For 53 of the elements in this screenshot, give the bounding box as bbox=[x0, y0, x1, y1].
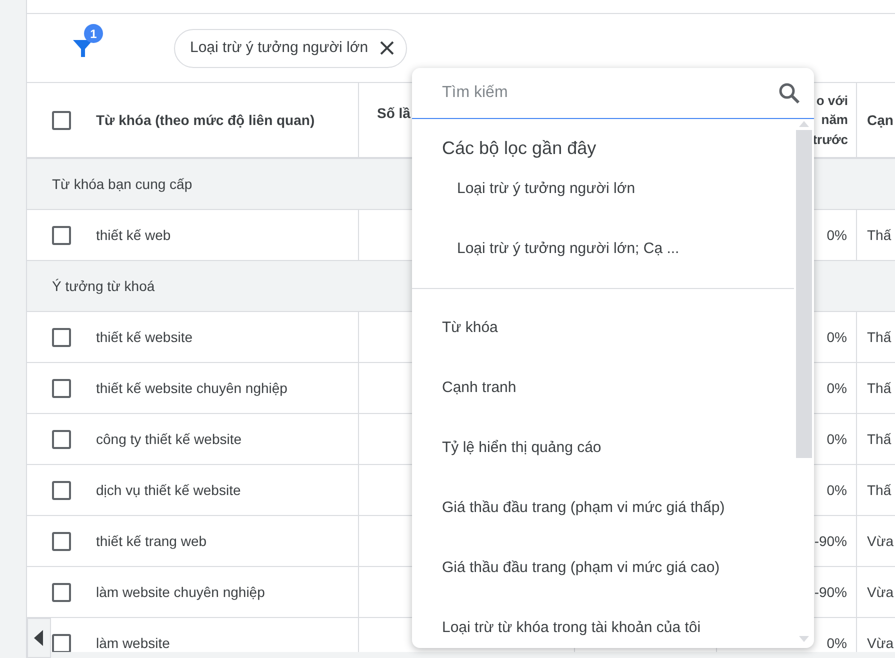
menu-item[interactable]: Giá thầu đầu trang (phạm vi mức giá cao) bbox=[412, 538, 794, 598]
table-cell-text: Thấ bbox=[867, 378, 892, 398]
change-value: -90% bbox=[814, 532, 847, 550]
keyword-text: thiết kế website bbox=[96, 328, 192, 346]
checkbox[interactable] bbox=[52, 532, 71, 550]
checkbox[interactable] bbox=[52, 430, 71, 448]
menu-item[interactable]: Loại trừ từ khóa trong tài khoản của tôi bbox=[412, 598, 794, 648]
column-header[interactable]: Số lầ bbox=[377, 103, 410, 124]
keyword-text: công ty thiết kế website bbox=[96, 430, 242, 449]
menu-item[interactable]: Tỷ lệ hiển thị quảng cáo bbox=[412, 418, 794, 478]
change-value: 0% bbox=[826, 226, 847, 244]
table-cell-text: Vừa bbox=[867, 532, 894, 550]
horizontal-scrollbar[interactable] bbox=[51, 652, 895, 658]
change-value: 0% bbox=[826, 634, 847, 652]
scrollbar-thumb[interactable] bbox=[796, 130, 812, 458]
menu-item[interactable]: Cạnh tranh bbox=[412, 358, 794, 418]
change-value: 0% bbox=[826, 328, 847, 346]
column-header[interactable]: o với năm trước bbox=[812, 90, 848, 150]
filter-chip[interactable]: Loại trừ ý tưởng người lớn bbox=[174, 28, 408, 68]
change-value: 0% bbox=[826, 480, 847, 500]
change-value: 0% bbox=[826, 378, 847, 398]
change-value: -90% bbox=[814, 582, 847, 602]
search-icon[interactable] bbox=[778, 82, 800, 104]
table-cell-text: Thấ bbox=[867, 226, 892, 244]
change-value: 0% bbox=[826, 430, 847, 448]
checkbox[interactable] bbox=[52, 480, 71, 500]
scroll-left-button[interactable] bbox=[27, 618, 51, 658]
keyword-text: làm website bbox=[96, 634, 170, 652]
menu-section-heading: Các bộ lọc gần đây bbox=[441, 137, 598, 159]
checkbox[interactable] bbox=[52, 328, 71, 346]
column-header[interactable]: Từ khóa (theo mức độ liên quan) bbox=[96, 110, 315, 130]
checkbox[interactable] bbox=[52, 226, 71, 244]
keyword-text: làm website chuyên nghiệp bbox=[96, 582, 265, 602]
filter-count-badge: 1 bbox=[84, 24, 103, 43]
keyword-text: dịch vụ thiết kế website bbox=[96, 480, 241, 500]
table-cell-text: Thấ bbox=[867, 480, 892, 500]
checkbox[interactable] bbox=[52, 634, 71, 652]
menu-item[interactable]: Giá thầu đầu trang (phạm vi mức giá thấp) bbox=[412, 478, 794, 538]
checkbox[interactable] bbox=[52, 582, 71, 602]
table-cell-text: Vừa bbox=[867, 634, 894, 652]
keyword-text: thiết kế web bbox=[96, 226, 171, 244]
keyword-text: thiết kế website chuyên nghiệp bbox=[96, 378, 288, 398]
search-field[interactable]: Tìm kiếm bbox=[442, 81, 778, 105]
keyword-text: thiết kế trang web bbox=[96, 532, 207, 551]
column-header[interactable]: Cạn bbox=[867, 110, 894, 130]
left-triangle-icon bbox=[34, 630, 44, 646]
checkbox[interactable] bbox=[52, 378, 71, 398]
table-cell-text: Thấ bbox=[867, 328, 892, 346]
table-cell-text: Vừa bbox=[867, 582, 894, 602]
table-cell-text: Thấ bbox=[867, 430, 892, 448]
chip-label: Loại trừ ý tưởng người lớn bbox=[190, 38, 368, 58]
close-icon[interactable] bbox=[380, 41, 394, 55]
checkbox[interactable] bbox=[52, 110, 71, 130]
